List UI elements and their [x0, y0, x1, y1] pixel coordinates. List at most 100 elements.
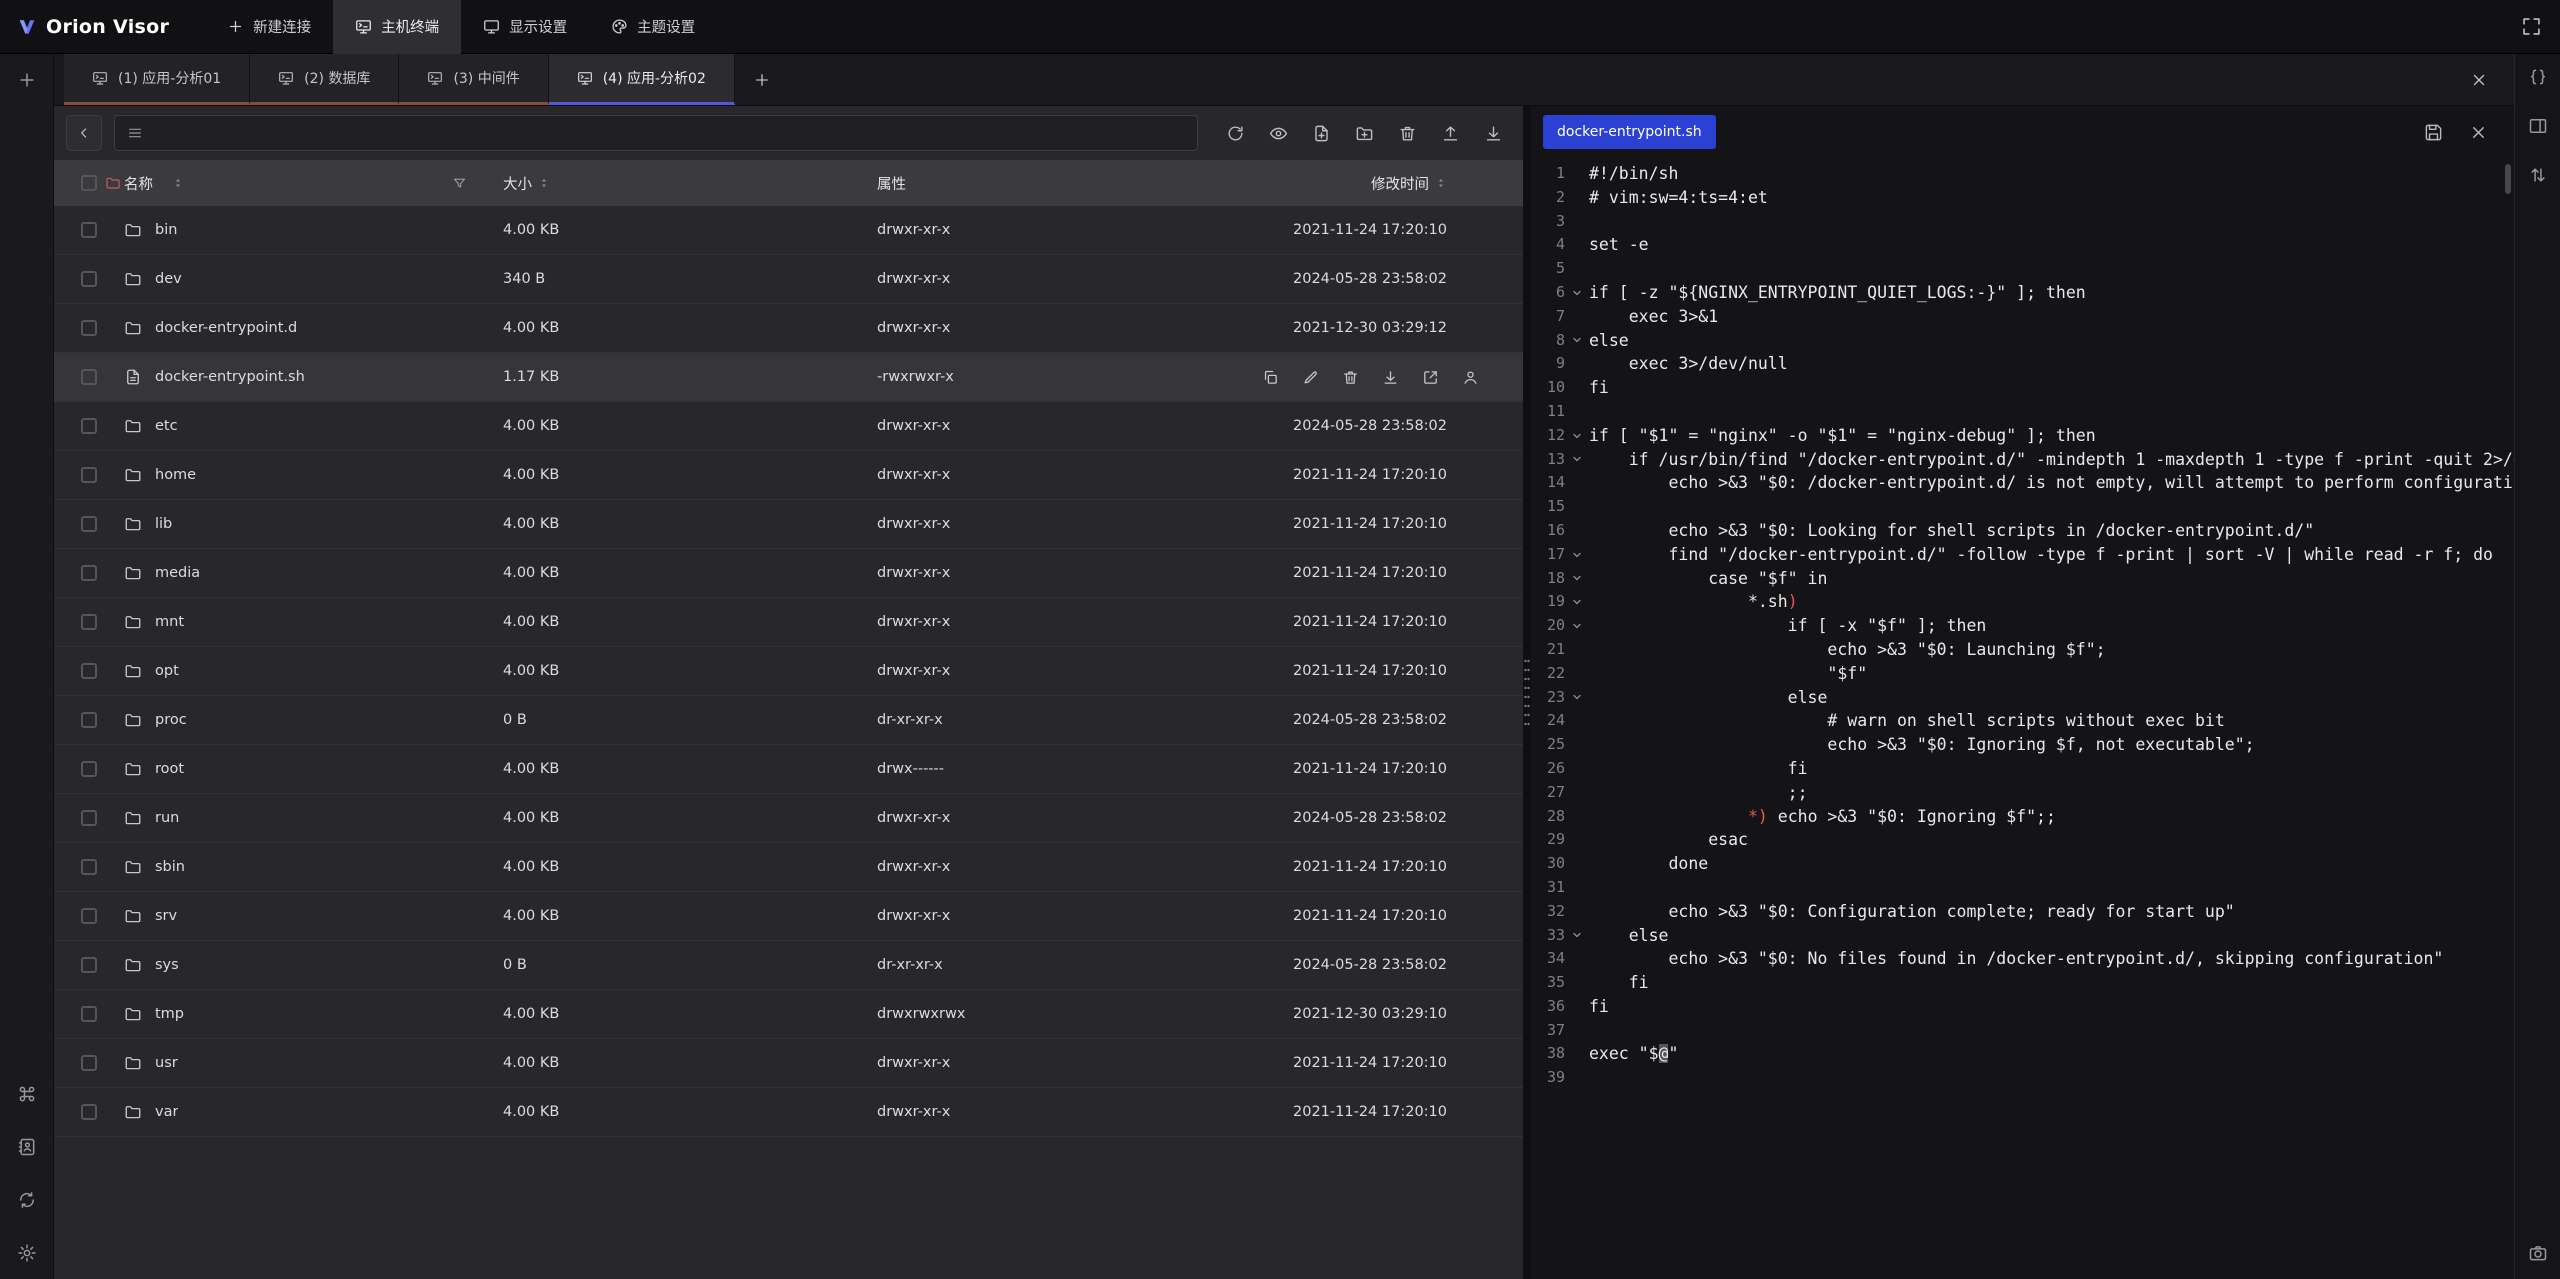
copy-path-icon[interactable] [1262, 369, 1279, 386]
file-row-tmp[interactable]: tmp4.00 KBdrwxrwxrwx2021-12-30 03:29:10 [54, 990, 1523, 1039]
panel-splitter[interactable] [1523, 106, 1531, 1279]
new-file-icon[interactable] [1312, 124, 1331, 143]
filter-icon[interactable] [452, 176, 467, 191]
fold-chevron-icon[interactable] [1565, 924, 1589, 948]
fold-chevron-icon[interactable] [1565, 590, 1589, 614]
editor-file-tab[interactable]: docker-entrypoint.sh [1543, 115, 1716, 149]
brand[interactable]: Orion Visor [18, 16, 169, 38]
fullscreen-icon[interactable] [2521, 16, 2542, 37]
row-checkbox[interactable] [81, 516, 97, 532]
sort-size-icon[interactable] [538, 176, 550, 190]
code-editor[interactable]: 1#!/bin/sh2# vim:sw=4:ts=4:et34set -e56i… [1531, 158, 2514, 1279]
terminal-tab-4[interactable]: (4) 应用-分析02 [549, 54, 735, 105]
close-tabs-icon[interactable] [2470, 71, 2488, 89]
move-icon[interactable] [1422, 369, 1439, 386]
file-name[interactable]: srv [155, 908, 177, 924]
file-name[interactable]: run [155, 810, 179, 826]
file-row-bin[interactable]: bin4.00 KBdrwxr-xr-x2021-11-24 17:20:10 [54, 206, 1523, 255]
row-checkbox[interactable] [81, 565, 97, 581]
row-checkbox[interactable] [81, 859, 97, 875]
fold-chevron-icon[interactable] [1565, 614, 1589, 638]
editor-close-icon[interactable] [2469, 123, 2488, 142]
add-tab-icon[interactable] [753, 71, 771, 89]
file-name[interactable]: dev [155, 271, 182, 287]
edit-icon[interactable] [1302, 369, 1319, 386]
row-checkbox[interactable] [81, 810, 97, 826]
command-snippets-icon[interactable] [2528, 67, 2548, 87]
editor-scrollbar[interactable] [2505, 164, 2511, 194]
preview-hidden-files-icon[interactable] [1269, 124, 1288, 143]
row-checkbox[interactable] [81, 1055, 97, 1071]
fold-chevron-icon[interactable] [1565, 543, 1589, 567]
row-checkbox[interactable] [81, 761, 97, 777]
row-checkbox[interactable] [81, 1006, 97, 1022]
quick-send-icon[interactable] [2528, 165, 2548, 185]
file-name[interactable]: opt [155, 663, 179, 679]
path-list-icon[interactable] [127, 125, 143, 141]
file-row-srv[interactable]: srv4.00 KBdrwxr-xr-x2021-11-24 17:20:10 [54, 892, 1523, 941]
file-name[interactable]: bin [155, 222, 177, 238]
save-icon[interactable] [2424, 123, 2443, 142]
nav-item-display[interactable]: 显示设置 [461, 0, 589, 54]
fold-chevron-icon[interactable] [1565, 329, 1589, 353]
terminal-tab-1[interactable]: (1) 应用-分析01 [64, 54, 250, 105]
file-name[interactable]: docker-entrypoint.d [155, 320, 297, 336]
panel-layout-icon[interactable] [2528, 116, 2548, 136]
row-checkbox[interactable] [81, 957, 97, 973]
download-icon[interactable] [1484, 124, 1503, 143]
delete-icon[interactable] [1342, 369, 1359, 386]
permission-icon[interactable] [1462, 369, 1479, 386]
fold-chevron-icon[interactable] [1565, 448, 1589, 472]
file-row-media[interactable]: media4.00 KBdrwxr-xr-x2021-11-24 17:20:1… [54, 549, 1523, 598]
back-button[interactable] [66, 115, 102, 151]
file-name[interactable]: etc [155, 418, 178, 434]
file-row-usr[interactable]: usr4.00 KBdrwxr-xr-x2021-11-24 17:20:10 [54, 1039, 1523, 1088]
row-checkbox[interactable] [81, 712, 97, 728]
sync-settings-icon[interactable] [17, 1190, 37, 1210]
file-row-etc[interactable]: etc4.00 KBdrwxr-xr-x2024-05-28 23:58:02 [54, 402, 1523, 451]
file-row-run[interactable]: run4.00 KBdrwxr-xr-x2024-05-28 23:58:02 [54, 794, 1523, 843]
file-row-docker-entrypoint.d[interactable]: docker-entrypoint.d4.00 KBdrwxr-xr-x2021… [54, 304, 1523, 353]
row-checkbox[interactable] [81, 222, 97, 238]
file-row-sbin[interactable]: sbin4.00 KBdrwxr-xr-x2021-11-24 17:20:10 [54, 843, 1523, 892]
file-row-mnt[interactable]: mnt4.00 KBdrwxr-xr-x2021-11-24 17:20:10 [54, 598, 1523, 647]
file-row-docker-entrypoint.sh[interactable]: docker-entrypoint.sh1.17 KB-rwxrwxr-x [54, 353, 1523, 402]
file-name[interactable]: lib [155, 516, 172, 532]
row-checkbox[interactable] [81, 320, 97, 336]
file-name[interactable]: home [155, 467, 196, 483]
sort-mtime-icon[interactable] [1435, 176, 1447, 190]
file-row-root[interactable]: root4.00 KBdrwx------2021-11-24 17:20:10 [54, 745, 1523, 794]
row-checkbox[interactable] [81, 1104, 97, 1120]
header-folder-icon[interactable] [105, 175, 121, 191]
file-row-lib[interactable]: lib4.00 KBdrwxr-xr-x2021-11-24 17:20:10 [54, 500, 1523, 549]
file-name[interactable]: sys [155, 957, 179, 973]
download-icon[interactable] [1382, 369, 1399, 386]
file-name[interactable]: tmp [155, 1006, 184, 1022]
file-name[interactable]: media [155, 565, 200, 581]
row-checkbox[interactable] [81, 418, 97, 434]
row-checkbox[interactable] [81, 663, 97, 679]
file-name[interactable]: docker-entrypoint.sh [155, 369, 305, 385]
nav-item-theme[interactable]: 主题设置 [589, 0, 717, 54]
row-checkbox[interactable] [81, 614, 97, 630]
file-name[interactable]: usr [155, 1055, 178, 1071]
command-palette-icon[interactable] [17, 1084, 37, 1104]
file-name[interactable]: proc [155, 712, 187, 728]
file-row-var[interactable]: var4.00 KBdrwxr-xr-x2021-11-24 17:20:10 [54, 1088, 1523, 1137]
row-checkbox[interactable] [81, 271, 97, 287]
file-name[interactable]: mnt [155, 614, 184, 630]
fold-chevron-icon[interactable] [1565, 281, 1589, 305]
file-name[interactable]: var [155, 1104, 178, 1120]
settings-icon[interactable] [17, 1243, 37, 1263]
file-row-sys[interactable]: sys0 Bdr-xr-xr-x2024-05-28 23:58:02 [54, 941, 1523, 990]
refresh-icon[interactable] [1226, 124, 1245, 143]
select-all-checkbox[interactable] [81, 175, 97, 191]
screenshot-icon[interactable] [2528, 1243, 2548, 1263]
terminal-tab-3[interactable]: (3) 中间件 [399, 54, 548, 105]
fold-chevron-icon[interactable] [1565, 424, 1589, 448]
fold-chevron-icon[interactable] [1565, 686, 1589, 710]
new-folder-icon[interactable] [1355, 124, 1374, 143]
path-input[interactable] [114, 115, 1198, 151]
file-row-dev[interactable]: dev340 Bdrwxr-xr-x2024-05-28 23:58:02 [54, 255, 1523, 304]
delete-icon[interactable] [1398, 124, 1417, 143]
